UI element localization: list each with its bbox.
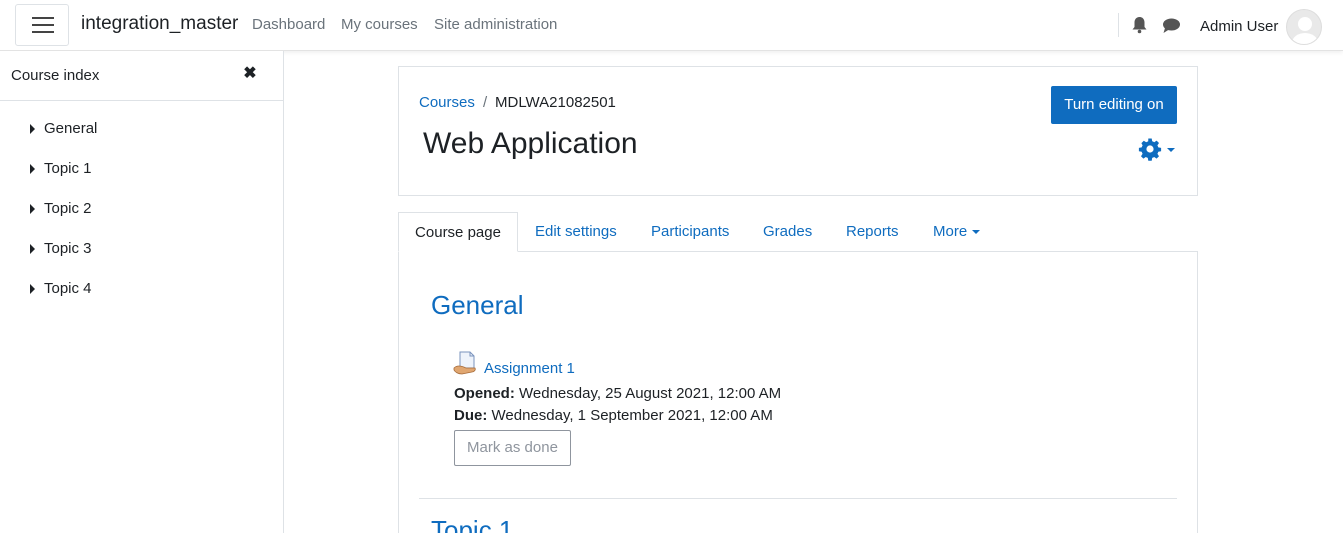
caret-right-icon[interactable] xyxy=(30,284,35,294)
caret-right-icon[interactable] xyxy=(30,164,35,174)
course-index-item-topic-1[interactable]: Topic 1 xyxy=(28,159,268,181)
mark-as-done-button[interactable]: Mark as done xyxy=(454,430,571,466)
assignment-icon xyxy=(453,351,476,375)
turn-editing-on-button[interactable]: Turn editing on xyxy=(1051,86,1177,124)
chat-icon[interactable] xyxy=(1162,17,1181,34)
tab-edit-settings[interactable]: Edit settings xyxy=(535,212,617,252)
opened-date: Opened: Wednesday, 25 August 2021, 12:00… xyxy=(454,385,781,402)
assignment-link[interactable]: Assignment 1 xyxy=(484,360,575,377)
close-icon[interactable]: ✖ xyxy=(242,66,258,82)
course-content: General Assignment 1 Opened: Wednesday, … xyxy=(398,251,1198,533)
avatar[interactable] xyxy=(1286,9,1322,45)
course-header: Courses / MDLWA21082501 Web Application … xyxy=(398,66,1198,196)
course-index-label[interactable]: Topic 4 xyxy=(44,280,92,297)
tab-reports[interactable]: Reports xyxy=(846,212,899,252)
nav-my-courses[interactable]: My courses xyxy=(341,16,418,33)
section-divider xyxy=(419,498,1177,499)
course-index-label[interactable]: General xyxy=(44,120,97,137)
course-index-drawer: Course index ✖ General Topic 1 Topic 2 T… xyxy=(0,51,284,533)
course-index-item-topic-3[interactable]: Topic 3 xyxy=(28,239,268,261)
opened-value: Wednesday, 25 August 2021, 12:00 AM xyxy=(519,385,782,402)
nav-site-administration[interactable]: Site administration xyxy=(434,16,557,33)
course-index-label[interactable]: Topic 1 xyxy=(44,160,92,177)
caret-right-icon[interactable] xyxy=(30,204,35,214)
caret-right-icon[interactable] xyxy=(30,244,35,254)
chevron-down-icon[interactable] xyxy=(972,230,981,235)
tab-course-page[interactable]: Course page xyxy=(398,212,518,252)
tab-participants[interactable]: Participants xyxy=(651,212,729,252)
gear-icon[interactable] xyxy=(1138,137,1162,161)
course-index-label[interactable]: Topic 2 xyxy=(44,200,92,217)
breadcrumb-courses[interactable]: Courses xyxy=(419,94,475,111)
course-index-item-topic-4[interactable]: Topic 4 xyxy=(28,279,268,301)
menu-icon[interactable] xyxy=(15,4,69,46)
top-navbar: integration_master Dashboard My courses … xyxy=(0,0,1343,51)
course-index-label[interactable]: Topic 3 xyxy=(44,240,92,257)
tab-more-label[interactable]: More xyxy=(933,223,967,240)
tab-grades[interactable]: Grades xyxy=(763,212,812,252)
breadcrumb-separator: / xyxy=(483,94,488,111)
page-title: Web Application xyxy=(423,127,638,160)
section-title-general[interactable]: General xyxy=(431,290,524,321)
breadcrumb-current[interactable]: MDLWA21082501 xyxy=(495,94,616,111)
course-index-item-general[interactable]: General xyxy=(28,119,268,141)
nav-divider xyxy=(1118,13,1119,37)
user-name[interactable]: Admin User xyxy=(1200,18,1278,35)
drawer-header: Course index ✖ xyxy=(0,51,283,101)
drawer-title: Course index xyxy=(11,67,100,84)
tab-more[interactable]: More xyxy=(933,212,981,252)
bell-icon[interactable] xyxy=(1131,16,1148,34)
caret-right-icon[interactable] xyxy=(30,124,35,134)
nav-dashboard[interactable]: Dashboard xyxy=(252,16,325,33)
opened-label: Opened: xyxy=(454,385,515,402)
chevron-down-icon[interactable] xyxy=(1167,148,1175,152)
course-index-item-topic-2[interactable]: Topic 2 xyxy=(28,199,268,221)
due-label: Due: xyxy=(454,407,488,424)
site-brand[interactable]: integration_master xyxy=(81,13,238,35)
section-title-topic-1[interactable]: Topic 1 xyxy=(431,515,513,533)
due-value: Wednesday, 1 September 2021, 12:00 AM xyxy=(491,407,773,424)
due-date: Due: Wednesday, 1 September 2021, 12:00 … xyxy=(454,407,773,424)
